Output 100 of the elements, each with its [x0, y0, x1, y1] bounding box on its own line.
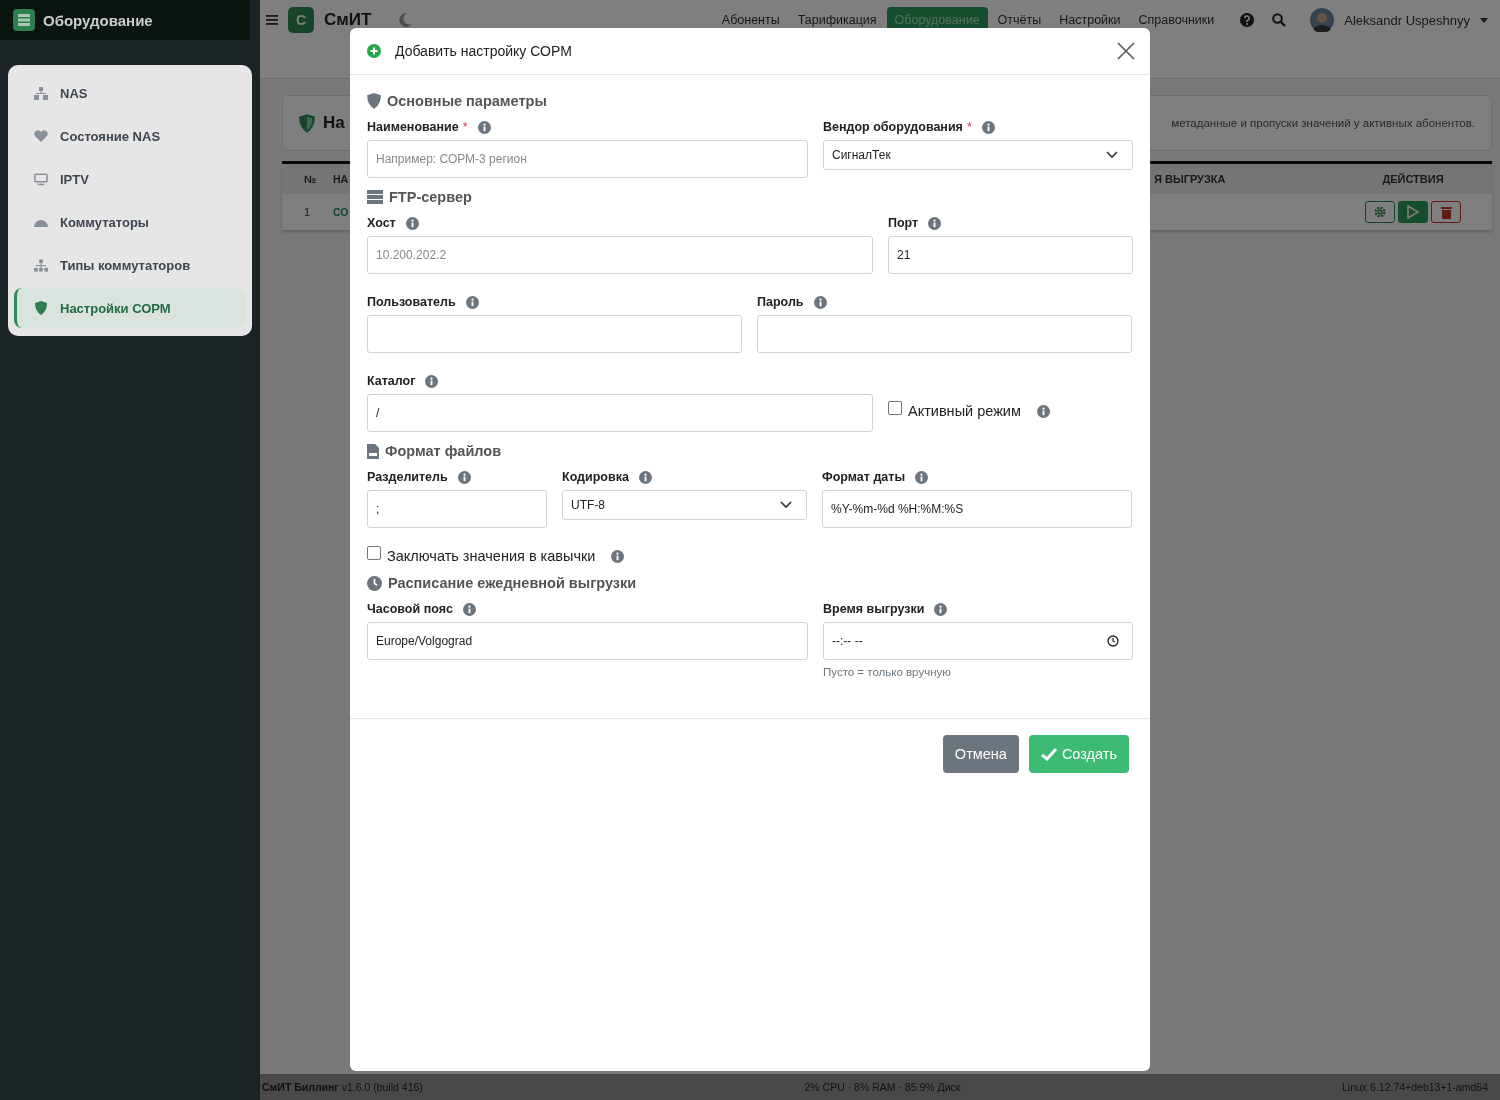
- input-field[interactable]: ;: [367, 490, 547, 528]
- plus-icon: [367, 44, 381, 58]
- field-label: Время выгрузки: [823, 602, 925, 616]
- menu-icon[interactable]: [266, 15, 278, 25]
- avatar-icon[interactable]: [1310, 8, 1335, 32]
- info-icon: [934, 602, 948, 616]
- server-icon: [13, 9, 35, 31]
- input-field[interactable]: [367, 315, 742, 353]
- help-text: Пусто = только вручную: [823, 666, 952, 678]
- info-icon: [425, 374, 439, 388]
- field-label: Наименование: [367, 120, 459, 134]
- shield-icon: [299, 113, 315, 133]
- settings-button[interactable]: [1365, 201, 1395, 223]
- dialog-title: Добавить настройку СОРМ: [395, 43, 572, 59]
- card-note: метаданные и пропуски значений у активных абонентов.: [1171, 117, 1475, 129]
- section-title: FTP-сервер: [389, 189, 472, 205]
- status-text: Linux 6.12.74+deb13+1-amd64: [1342, 1081, 1488, 1093]
- sidebar-item[interactable]: Типы коммутаторов: [14, 245, 246, 285]
- input-field[interactable]: Europe/Volgograd: [367, 622, 808, 660]
- field-label: Разделитель: [367, 470, 448, 484]
- info-icon: [611, 549, 625, 563]
- chevron-down-icon: [1106, 151, 1118, 159]
- heart-icon: [34, 130, 48, 142]
- field-label: Вендор оборудования: [823, 120, 963, 134]
- info-icon: [1036, 404, 1050, 418]
- checkbox-label[interactable]: Активный режим: [908, 403, 1021, 419]
- info-icon: [465, 295, 479, 309]
- select-field[interactable]: СигналТек: [823, 140, 1133, 170]
- select-field[interactable]: UTF-8: [562, 490, 807, 520]
- section-title: Основные параметры: [387, 93, 547, 109]
- nav-tab[interactable]: Справочники: [1130, 7, 1223, 33]
- server-icon: [367, 190, 383, 204]
- run-button[interactable]: [1398, 201, 1428, 223]
- checkbox-label[interactable]: Заключать значения в кавычки: [387, 548, 596, 564]
- checkbox[interactable]: [888, 401, 902, 415]
- sidebar-item[interactable]: Коммутаторы: [14, 202, 246, 242]
- gear-icon: [1374, 206, 1386, 218]
- nav-tab[interactable]: Абоненты: [713, 7, 788, 33]
- nav-tab[interactable]: Отчёты: [989, 7, 1050, 33]
- cancel-button[interactable]: Отмена: [942, 735, 1019, 773]
- sidebar-item[interactable]: NAS: [14, 73, 246, 113]
- section-title: Расписание ежедневной выгрузки: [388, 575, 637, 591]
- field-label: Каталог: [367, 374, 416, 388]
- sidebar-item[interactable]: Состояние NAS: [14, 116, 246, 156]
- file-icon: [367, 443, 379, 459]
- info-icon: [928, 216, 942, 230]
- field-label: Хост: [367, 216, 396, 230]
- section-title: Формат файлов: [385, 443, 502, 459]
- nav-tab[interactable]: Настройки: [1051, 7, 1129, 33]
- field-label: Пароль: [757, 295, 804, 309]
- column-header: Я ВЫГРУЗКА: [1154, 173, 1227, 185]
- info-icon: [638, 470, 652, 484]
- delete-button[interactable]: [1431, 201, 1461, 223]
- network-icon: [34, 86, 48, 100]
- help-icon[interactable]: [1240, 13, 1255, 27]
- column-header: №: [303, 173, 318, 185]
- sidebar-item[interactable]: Настройки СОРМ: [14, 288, 246, 328]
- info-icon: [477, 120, 491, 134]
- column-header: ДЕЙСТВИЯ: [1381, 173, 1445, 185]
- app-logo: С: [288, 7, 314, 33]
- input-field[interactable]: /: [367, 394, 873, 432]
- section-title: Оборудование: [43, 11, 153, 29]
- column-header: НА: [332, 173, 350, 185]
- checkbox[interactable]: [367, 546, 381, 560]
- close-button[interactable]: [1117, 42, 1135, 60]
- app-name: СмИТ: [324, 10, 372, 30]
- info-icon: [915, 470, 929, 484]
- monitor-icon: [34, 172, 48, 186]
- info-icon: [405, 216, 419, 230]
- info-icon: [457, 470, 471, 484]
- field-label: Формат даты: [822, 470, 906, 484]
- shield-icon: [34, 301, 48, 315]
- time-field[interactable]: --:-- --: [823, 622, 1133, 660]
- table-cell-text: 1: [303, 206, 312, 218]
- dome-icon: [34, 217, 48, 227]
- play-icon: [1407, 205, 1419, 219]
- input-field[interactable]: 10.200.202.2: [367, 236, 873, 274]
- user-name[interactable]: Aleksandr Uspeshnyy: [1344, 12, 1470, 28]
- sitemap-icon: [34, 258, 48, 272]
- input-field[interactable]: %Y-%m-%d %H:%M:%S: [822, 490, 1132, 528]
- clock-icon: [1107, 635, 1119, 647]
- shield-icon: [367, 93, 381, 109]
- card-title: На: [323, 113, 345, 133]
- input-field[interactable]: [757, 315, 1132, 353]
- required-mark: *: [966, 120, 972, 134]
- required-mark: *: [462, 120, 468, 134]
- caret-icon[interactable]: [1480, 17, 1488, 23]
- info-icon: [981, 120, 995, 134]
- search-icon[interactable]: [1272, 13, 1287, 27]
- trash-icon: [1440, 205, 1452, 219]
- clock-icon: [367, 575, 382, 591]
- field-label: Порт: [888, 216, 919, 230]
- info-icon: [462, 602, 476, 616]
- input-field[interactable]: Например: СОРМ-3 регион: [367, 140, 808, 178]
- chevron-down-icon: [780, 501, 792, 509]
- sidebar-item[interactable]: IPTV: [14, 159, 246, 199]
- input-field[interactable]: 21: [888, 236, 1133, 274]
- field-label: Пользователь: [367, 295, 456, 309]
- nav-tab[interactable]: Тарификация: [789, 7, 885, 33]
- field-label: Кодировка: [562, 470, 629, 484]
